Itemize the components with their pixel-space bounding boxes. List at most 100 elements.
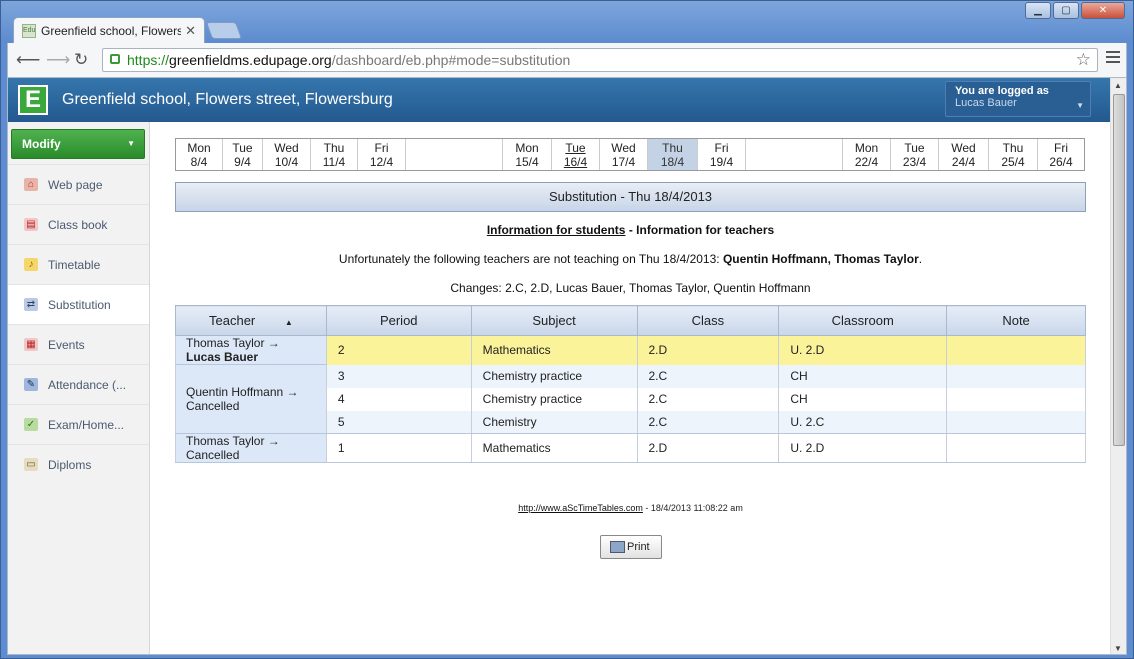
- day-cell[interactable]: Mon 22/4: [842, 139, 890, 170]
- col-header-subject[interactable]: Subject: [470, 305, 638, 336]
- sidebar-item-web-page[interactable]: ⌂ Web page: [8, 164, 149, 204]
- tab-strip: Edu Greenfield school, Flowers st ✕ ▁ ▢ …: [1, 1, 1133, 43]
- day-name: Tue: [904, 141, 925, 155]
- vertical-scrollbar[interactable]: ▲ ▼: [1110, 78, 1126, 654]
- menu-icon[interactable]: [1106, 51, 1120, 66]
- scrollbar-thumb[interactable]: [1113, 94, 1125, 446]
- day-cell[interactable]: Thu 25/4: [988, 139, 1037, 170]
- asctimetables-link[interactable]: http://www.aScTimeTables.com: [518, 503, 643, 513]
- calendar-icon: ▦: [24, 338, 38, 351]
- sidebar-item-class-book[interactable]: ▤ Class book: [8, 204, 149, 244]
- new-tab-button[interactable]: [205, 22, 243, 39]
- teachers-link[interactable]: Information for teachers: [636, 223, 774, 237]
- day-cell[interactable]: Mon 8/4: [176, 139, 222, 170]
- printer-icon: [610, 541, 625, 553]
- sidebar-item-label: Exam/Home...: [48, 418, 125, 432]
- day-cell[interactable]: Tue 9/4: [222, 139, 262, 170]
- footer: http://www.aScTimeTables.com - 18/4/2013…: [175, 503, 1086, 513]
- col-header-class[interactable]: Class: [636, 305, 780, 336]
- day-cell[interactable]: Fri 26/4: [1037, 139, 1084, 170]
- subject-cell: Mathematics: [470, 433, 638, 463]
- note-cell: [946, 387, 1086, 411]
- sidebar-item-label: Substitution: [48, 298, 111, 312]
- sidebar-item-substitution[interactable]: ⇄ Substitution: [8, 284, 149, 324]
- modify-button[interactable]: Modify ▼: [11, 129, 145, 159]
- subject-cell: Chemistry: [470, 410, 638, 434]
- col-header-classroom[interactable]: Classroom: [778, 305, 948, 336]
- browser-window: Edu Greenfield school, Flowers st ✕ ▁ ▢ …: [0, 0, 1134, 659]
- day-name: Mon: [854, 141, 879, 155]
- day-date: 25/4: [1001, 155, 1025, 169]
- day-cell[interactable]: Thu 11/4: [310, 139, 357, 170]
- col-header-note[interactable]: Note: [946, 305, 1086, 336]
- sidebar-item-timetable[interactable]: ♪ Timetable: [8, 244, 149, 284]
- teacher-cell: Quentin Hoffmann → Cancelled: [175, 364, 327, 434]
- favicon-icon: Edu: [22, 23, 36, 38]
- page-viewport: E Greenfield school, Flowers street, Flo…: [7, 77, 1127, 655]
- forward-arrow-icon[interactable]: ⟶: [46, 50, 70, 70]
- day-cell-selected[interactable]: Thu 18/4: [647, 139, 697, 170]
- day-name: Wed: [274, 141, 299, 155]
- url-path: /dashboard/eb.php#mode=substitution: [331, 52, 571, 68]
- link-separator: -: [625, 223, 637, 237]
- day-date: 11/4: [322, 155, 346, 169]
- day-name: Tue: [232, 141, 253, 155]
- day-cell[interactable]: Wed 24/4: [938, 139, 988, 170]
- day-date: 24/4: [951, 155, 976, 169]
- sidebar-item-label: Web page: [48, 178, 103, 192]
- scroll-down-icon[interactable]: ▼: [1114, 644, 1122, 653]
- browser-tab[interactable]: Edu Greenfield school, Flowers st ✕: [13, 17, 205, 43]
- day-date: 12/4: [369, 155, 394, 169]
- maximize-icon[interactable]: ▢: [1053, 2, 1079, 19]
- day-date: 19/4: [709, 155, 734, 169]
- day-cell[interactable]: Wed 10/4: [262, 139, 310, 170]
- sidebar-item-label: Attendance (...: [48, 378, 127, 392]
- day-cell[interactable]: Tue 23/4: [890, 139, 938, 170]
- class-cell: 2.C: [636, 410, 780, 434]
- main-content: Mon 8/4 Tue 9/4 Wed 10/4 Thu 11/4 Fri 12/4 Mo…: [151, 122, 1112, 654]
- day-cell[interactable]: Mon 15/4: [502, 139, 551, 170]
- sidebar-item-label: Class book: [48, 218, 108, 232]
- sidebar-item-exam[interactable]: ✓ Exam/Home...: [8, 404, 149, 444]
- scroll-up-icon[interactable]: ▲: [1114, 81, 1122, 90]
- day-cell[interactable]: Fri 12/4: [357, 139, 406, 170]
- note-cell: [946, 364, 1086, 388]
- user-menu[interactable]: You are logged as Lucas Bauer ▼: [945, 81, 1091, 117]
- day-date: 15/4: [515, 155, 539, 169]
- day-cell[interactable]: Fri 19/4: [697, 139, 746, 170]
- day-name: Thu: [1002, 141, 1024, 155]
- bell-icon: ♪: [24, 258, 38, 271]
- close-window-icon[interactable]: ✕: [1081, 2, 1125, 19]
- print-button[interactable]: Print: [600, 535, 662, 559]
- edupage-logo-icon[interactable]: E: [18, 85, 48, 115]
- students-link[interactable]: Information for students: [487, 223, 626, 237]
- col-header-period[interactable]: Period: [325, 305, 472, 336]
- sidebar-item-attendance[interactable]: ✎ Attendance (...: [8, 364, 149, 404]
- col-header-teacher[interactable]: Teacher ▲: [175, 305, 327, 336]
- login-label: You are logged as: [955, 85, 1049, 97]
- class-cell: 2.C: [636, 387, 780, 411]
- day-cell[interactable]: Tue 16/4: [551, 139, 599, 170]
- sidebar-item-events[interactable]: ▦ Events: [8, 324, 149, 364]
- minimize-icon[interactable]: ▁: [1025, 2, 1051, 19]
- absent-suffix: .: [918, 252, 923, 266]
- day-date: 9/4: [234, 155, 251, 169]
- absent-notice: Unfortunately the following teachers are…: [175, 252, 1086, 266]
- sidebar-item-label: Events: [48, 338, 85, 352]
- reload-icon[interactable]: ↻: [74, 50, 88, 70]
- lock-icon: [110, 54, 120, 64]
- sidebar-item-diploms[interactable]: ▭ Diploms: [8, 444, 149, 484]
- address-bar[interactable]: https://greenfieldms.edupage.org/dashboa…: [102, 48, 1098, 72]
- note-cell: [946, 335, 1086, 365]
- day-name: Fri: [1054, 141, 1068, 155]
- bookmark-star-icon[interactable]: ☆: [1076, 49, 1091, 71]
- day-cell[interactable]: Wed 17/4: [599, 139, 647, 170]
- note-cell: [946, 410, 1086, 434]
- sidebar: Modify ▼ ⌂ Web page ▤ Class book ♪ Timetable…: [8, 122, 150, 654]
- back-arrow-icon[interactable]: ⟵: [16, 50, 40, 70]
- period-cell: 2: [325, 335, 472, 365]
- school-name: Greenfield school, Flowers street, Flowe…: [62, 91, 393, 108]
- close-tab-icon[interactable]: ✕: [185, 23, 196, 39]
- sidebar-item-label: Timetable: [48, 258, 101, 272]
- house-icon: ⌂: [24, 178, 38, 191]
